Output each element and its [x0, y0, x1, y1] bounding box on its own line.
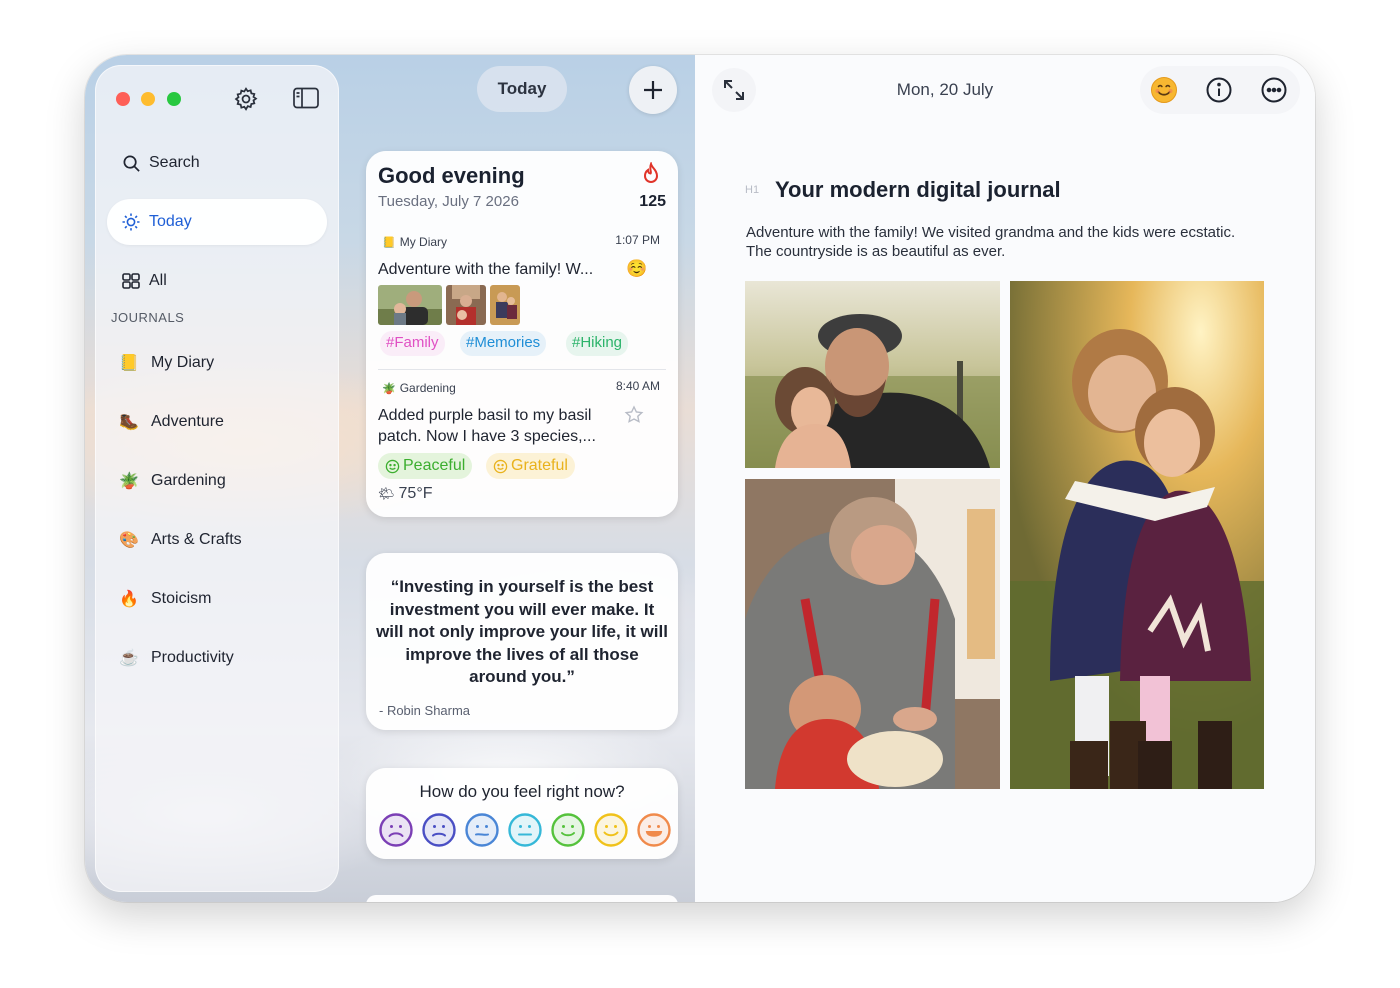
entry-time: 8:40 AM — [615, 379, 660, 393]
tag-memories[interactable]: #Memories — [460, 331, 547, 356]
flame-streak-icon — [640, 160, 662, 186]
sidebar-toggle-icon[interactable] — [292, 86, 320, 110]
entry-journal: 📒 My Diary — [382, 235, 447, 249]
entry-time: 1:07 PM — [615, 233, 660, 247]
journal-label: Gardening — [151, 472, 226, 489]
sidebar-item-gardening[interactable]: 🪴 Gardening — [117, 471, 226, 491]
greeting-title: Good evening — [378, 163, 525, 188]
very-happy-face-icon[interactable] — [636, 812, 672, 848]
entry-body-text[interactable]: Adventure with the family! We visited gr… — [746, 223, 1246, 261]
sun-icon — [121, 212, 141, 232]
zoom-window-button[interactable] — [167, 92, 181, 106]
search-icon — [121, 153, 141, 173]
notebook-icon: 📒 — [119, 355, 139, 372]
sidebar-item-stoicism[interactable]: 🔥 Stoicism — [117, 589, 211, 609]
mood-grateful-chip[interactable]: Grateful — [486, 453, 575, 479]
entry-photo-grandma-baking[interactable] — [745, 479, 1000, 789]
entry-photo-thumbnail[interactable] — [378, 285, 442, 325]
sidebar-item-all[interactable]: All — [107, 258, 327, 304]
potted-plant-icon: 🪴 — [119, 473, 139, 490]
entry-photo-thumbnail[interactable] — [490, 285, 520, 325]
today-summary-card: Good evening Tuesday, July 7 2026 125 📒 … — [366, 151, 678, 517]
heading-level-marker: H1 — [745, 184, 760, 196]
neutral-face-icon[interactable] — [507, 812, 543, 848]
mood-label: Grateful — [511, 457, 568, 474]
editor-actions — [1140, 66, 1300, 114]
info-icon[interactable] — [1205, 76, 1233, 104]
new-entry-button[interactable] — [629, 66, 677, 114]
next-card-peek — [366, 895, 678, 902]
weather-readout: 🌤 75°F — [378, 485, 432, 503]
minimize-window-button[interactable] — [141, 92, 155, 106]
journal-label: Adventure — [151, 413, 224, 430]
sad-face-icon[interactable] — [421, 812, 457, 848]
entry-divider — [378, 369, 666, 370]
entry-title-line-2[interactable]: patch. Now I have 3 species,... — [378, 426, 596, 447]
happy-face-icon[interactable] — [593, 812, 629, 848]
mood-label: Peaceful — [403, 457, 466, 474]
coffee-icon: ☕ — [119, 650, 139, 667]
entry-editor: Mon, 20 July H1 Your modern digital jour… — [695, 55, 1315, 902]
uneasy-face-icon[interactable] — [464, 812, 500, 848]
entry-journal-label: My Diary — [399, 235, 448, 249]
partly-sunny-icon: 🌤 — [378, 486, 395, 501]
sidebar-item-adventure[interactable]: 🥾 Adventure — [117, 412, 224, 432]
sidebar-item-label: Today — [149, 213, 192, 230]
mood-emoji-icon: ☺️ — [626, 259, 648, 278]
sidebar-item-label: All — [149, 272, 167, 289]
entry-photo-thumbnail[interactable] — [446, 285, 486, 325]
sidebar-item-productivity[interactable]: ☕ Productivity — [117, 648, 234, 668]
notebook-icon: 📒 — [382, 236, 396, 249]
journal-label: My Diary — [151, 354, 215, 371]
journals-heading: JOURNALS — [111, 310, 185, 325]
tag-hiking[interactable]: #Hiking — [566, 331, 629, 356]
entry-photo-sisters-reading[interactable] — [1010, 281, 1264, 789]
quote-card: “Investing in yourself is the best inves… — [366, 553, 678, 730]
entry-heading[interactable]: Your modern digital journal — [775, 177, 1061, 203]
content-face-icon[interactable] — [550, 812, 586, 848]
quote-author: - Robin Sharma — [379, 703, 471, 718]
mood-peaceful-chip[interactable]: Peaceful — [378, 453, 473, 479]
grid-icon — [121, 271, 141, 291]
mood-faces-row — [378, 812, 672, 848]
sidebar: Search Today All JOURNALS 📒 My Diary 🥾 A… — [95, 65, 339, 892]
entry-journal: 🪴 Gardening — [382, 381, 456, 395]
very-sad-face-icon[interactable] — [378, 812, 414, 848]
star-icon[interactable] — [624, 405, 644, 430]
entry-photo-father-daughter[interactable] — [745, 281, 1000, 468]
entry-date[interactable]: Mon, 20 July — [695, 80, 1195, 100]
plus-icon — [644, 81, 662, 99]
sidebar-item-label: Search — [149, 154, 200, 171]
smile-icon — [385, 459, 400, 473]
today-button[interactable]: Today — [477, 66, 567, 112]
greeting-date: Tuesday, July 7 2026 — [378, 193, 519, 210]
mood-prompt: How do you feel right now? — [419, 782, 625, 801]
fire-icon: 🔥 — [119, 591, 139, 608]
streak-count: 125 — [639, 193, 666, 210]
sidebar-item-arts-crafts[interactable]: 🎨 Arts & Crafts — [117, 530, 242, 550]
smile-icon — [493, 459, 508, 473]
app-window: Search Today All JOURNALS 📒 My Diary 🥾 A… — [85, 55, 1315, 902]
entry-journal-label: Gardening — [399, 381, 456, 395]
mood-check-card: How do you feel right now? — [366, 768, 678, 859]
entry-title[interactable]: Adventure with the family! W... — [378, 259, 593, 280]
entry-title-line-1[interactable]: Added purple basil to my basil — [378, 405, 591, 426]
mood-smiley-icon[interactable] — [1150, 76, 1178, 104]
journal-label: Arts & Crafts — [151, 531, 242, 548]
sidebar-item-today[interactable]: Today — [107, 199, 327, 245]
sidebar-item-my-diary[interactable]: 📒 My Diary — [117, 353, 214, 373]
palette-icon: 🎨 — [119, 532, 139, 549]
more-options-icon[interactable] — [1260, 76, 1288, 104]
hiking-boot-icon: 🥾 — [119, 414, 139, 431]
quote-text: “Investing in yourself is the best inves… — [376, 577, 668, 686]
journal-label: Stoicism — [151, 590, 212, 607]
journal-label: Productivity — [151, 649, 234, 666]
close-window-button[interactable] — [116, 92, 130, 106]
weather-temperature: 75°F — [398, 485, 433, 502]
potted-plant-icon: 🪴 — [382, 382, 396, 395]
gear-icon[interactable] — [233, 86, 259, 112]
tag-family[interactable]: #Family — [380, 331, 445, 356]
sidebar-item-search[interactable]: Search — [107, 140, 327, 186]
